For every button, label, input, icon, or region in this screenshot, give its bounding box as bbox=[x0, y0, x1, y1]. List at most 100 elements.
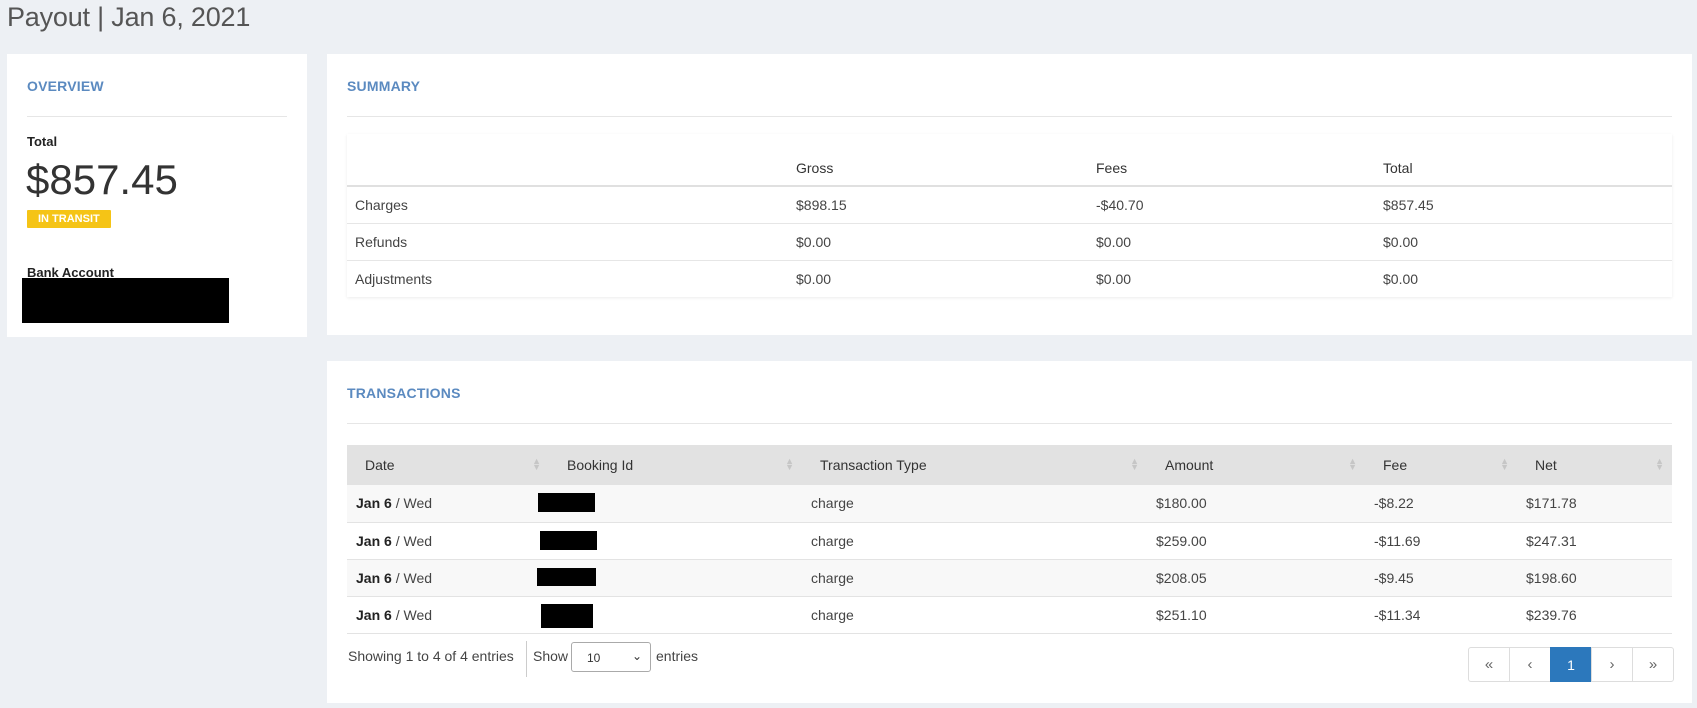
date-day: Jan 6 bbox=[356, 569, 392, 586]
booking-id-redacted bbox=[537, 567, 596, 586]
transactions-divider bbox=[347, 423, 1672, 424]
sort-icon: ▲ ▼ bbox=[532, 456, 541, 472]
next-page-button[interactable]: › bbox=[1591, 647, 1633, 682]
entries-label: entries bbox=[656, 648, 699, 664]
column-label: Date bbox=[365, 457, 395, 473]
amount-cell: $251.10 bbox=[1147, 596, 1365, 634]
sort-icon: ▲ ▼ bbox=[785, 456, 794, 472]
transactions-heading: TRANSACTIONS bbox=[347, 385, 461, 401]
column-header-booking-id[interactable]: Booking Id ▲ ▼ bbox=[549, 445, 802, 485]
page-size-select[interactable]: 10 ⌄ bbox=[571, 642, 651, 672]
summary-col-label bbox=[347, 134, 788, 187]
fee-cell: -$11.34 bbox=[1365, 596, 1517, 634]
date-day: Jan 6 bbox=[356, 532, 392, 549]
net-cell: $247.31 bbox=[1517, 522, 1672, 560]
summary-row-label: Refunds bbox=[347, 223, 788, 261]
sort-icon: ▲ ▼ bbox=[1130, 456, 1139, 472]
first-page-button[interactable]: « bbox=[1468, 647, 1510, 682]
chevron-down-icon: ⌄ bbox=[631, 649, 642, 663]
date-day: Jan 6 bbox=[356, 495, 392, 512]
summary-gross: $0.00 bbox=[796, 270, 832, 287]
summary-fees: $0.00 bbox=[1096, 270, 1132, 287]
amount-cell: $208.05 bbox=[1147, 559, 1365, 597]
date-weekday: / Wed bbox=[391, 532, 433, 549]
table-row: Jan 6 / Wed charge $180.00 -$8.22 $171.7… bbox=[347, 485, 1672, 523]
sort-icon: ▲ ▼ bbox=[1655, 456, 1664, 472]
fee-cell: -$8.22 bbox=[1365, 485, 1517, 523]
show-label: Show bbox=[533, 648, 569, 664]
status-badge: IN TRANSIT bbox=[27, 210, 111, 228]
column-header-transaction-type[interactable]: Transaction Type ▲ ▼ bbox=[802, 445, 1147, 485]
booking-id-redacted bbox=[541, 603, 593, 628]
column-label: Fee bbox=[1383, 457, 1408, 473]
table-row: Jan 6 / Wed charge $208.05 -$9.45 $198.6… bbox=[347, 559, 1672, 597]
booking-id-cell bbox=[540, 522, 802, 560]
summary-card: SUMMARY Gross Fees Total Charges $898.15… bbox=[327, 54, 1692, 335]
table-row: Jan 6 / Wed charge $259.00 -$11.69 $247.… bbox=[347, 522, 1672, 560]
transaction-type-cell: charge bbox=[802, 596, 1147, 634]
total-amount: $857.45 bbox=[26, 156, 178, 203]
table-row: Jan 6 / Wed charge $251.10 -$11.34 $239.… bbox=[347, 596, 1672, 634]
transactions-card: TRANSACTIONS Date ▲ ▼ Booking Id ▲ ▼ Transac… bbox=[327, 361, 1692, 703]
sort-icon: ▲ ▼ bbox=[1500, 456, 1509, 472]
booking-id-cell bbox=[538, 485, 802, 523]
column-label: Net bbox=[1535, 457, 1557, 473]
date-weekday: / Wed bbox=[391, 495, 433, 512]
summary-header-row: Gross Fees Total bbox=[347, 134, 1672, 187]
summary-row: Refunds $0.00 $0.00 $0.00 bbox=[347, 223, 1672, 261]
summary-row-label: Adjustments bbox=[355, 270, 433, 287]
booking-id-cell bbox=[541, 596, 802, 634]
column-header-fee[interactable]: Fee ▲ ▼ bbox=[1365, 445, 1517, 485]
summary-total: $0.00 bbox=[1375, 223, 1672, 261]
summary-col-total: Total bbox=[1375, 134, 1672, 187]
net-cell: $239.76 bbox=[1517, 596, 1672, 634]
amount-cell: $180.00 bbox=[1147, 485, 1365, 523]
column-header-net[interactable]: Net ▲ ▼ bbox=[1517, 445, 1672, 485]
footer-divider bbox=[526, 641, 527, 677]
column-label: Transaction Type bbox=[820, 457, 927, 473]
column-label: Amount bbox=[1165, 457, 1214, 473]
date-weekday: / Wed bbox=[391, 569, 433, 586]
pagination: « ‹ 1 › » bbox=[1468, 647, 1674, 682]
summary-fees: $0.00 bbox=[1088, 223, 1375, 261]
booking-id-redacted bbox=[540, 530, 597, 550]
net-cell: $198.60 bbox=[1517, 559, 1672, 597]
transaction-type-cell: charge bbox=[802, 522, 1147, 560]
summary-col-gross: Gross bbox=[788, 134, 1088, 187]
last-page-button[interactable]: » bbox=[1632, 647, 1674, 682]
column-header-date[interactable]: Date ▲ ▼ bbox=[347, 445, 549, 485]
transactions-header-row: Date ▲ ▼ Booking Id ▲ ▼ Transaction Type ▲ ▼ A… bbox=[347, 445, 1672, 485]
date-cell: Jan 6 / Wed bbox=[347, 522, 549, 560]
summary-row-label: Charges bbox=[347, 186, 788, 224]
overview-heading: OVERVIEW bbox=[27, 78, 104, 94]
date-day: Jan 6 bbox=[356, 606, 392, 623]
booking-id-redacted bbox=[538, 493, 595, 512]
summary-total: $857.45 bbox=[1375, 186, 1672, 224]
summary-heading: SUMMARY bbox=[347, 78, 421, 94]
fee-cell: -$9.45 bbox=[1365, 559, 1517, 597]
transaction-type-cell: charge bbox=[802, 559, 1147, 597]
column-label: Booking Id bbox=[567, 457, 634, 473]
summary-row: Charges $898.15 -$40.70 $857.45 bbox=[347, 186, 1672, 224]
summary-table: Gross Fees Total Charges $898.15 -$40.70… bbox=[347, 134, 1672, 297]
overview-divider bbox=[27, 116, 287, 117]
summary-row: Adjustments $0.00 $0.00 $0.00 bbox=[347, 260, 1672, 297]
overview-card: OVERVIEW Total $857.45 IN TRANSIT Bank A… bbox=[7, 54, 307, 337]
page-1-button[interactable]: 1 bbox=[1550, 647, 1592, 682]
total-label: Total bbox=[27, 134, 58, 149]
date-cell: Jan 6 / Wed bbox=[347, 485, 549, 523]
transactions-table: Date ▲ ▼ Booking Id ▲ ▼ Transaction Type ▲ ▼ A… bbox=[347, 445, 1672, 634]
table-info: Showing 1 to 4 of 4 entries bbox=[348, 648, 514, 664]
previous-page-button[interactable]: ‹ bbox=[1509, 647, 1551, 682]
summary-total: $0.00 bbox=[1383, 270, 1419, 287]
date-cell: Jan 6 / Wed bbox=[347, 596, 549, 634]
column-header-amount[interactable]: Amount ▲ ▼ bbox=[1147, 445, 1365, 485]
page-size-value: 10 bbox=[587, 651, 601, 665]
summary-col-fees: Fees bbox=[1088, 134, 1375, 187]
summary-gross: $898.15 bbox=[788, 186, 1088, 224]
summary-divider bbox=[347, 116, 1672, 117]
summary-fees: -$40.70 bbox=[1088, 186, 1375, 224]
transaction-type-cell: charge bbox=[802, 485, 1147, 523]
summary-gross: $0.00 bbox=[788, 223, 1088, 261]
booking-id-cell bbox=[537, 559, 802, 597]
